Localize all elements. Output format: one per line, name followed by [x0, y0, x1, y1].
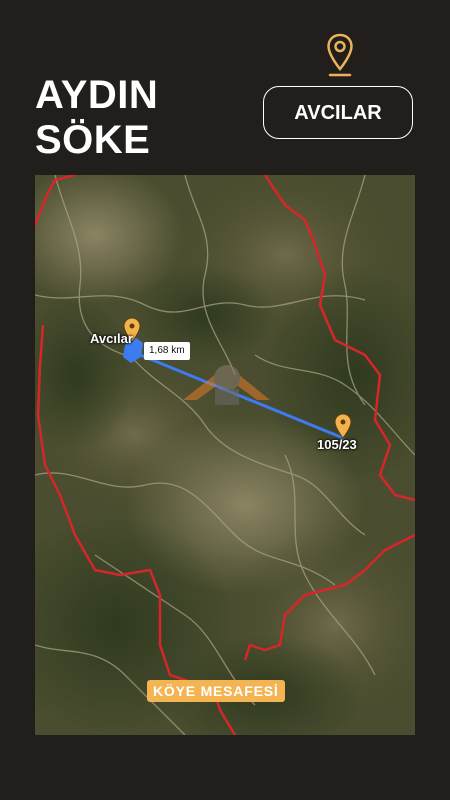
village-label: Avcılar — [90, 331, 133, 346]
distance-badge: 1,68 km — [144, 342, 190, 360]
satellite-map[interactable]: Avcılar 1,68 km 105/23 KÖYE MESAFESİ — [35, 175, 415, 735]
location-button[interactable]: AVCILAR — [263, 86, 413, 139]
distance-caption: KÖYE MESAFESİ — [147, 680, 285, 702]
location-pin-icon — [327, 33, 353, 77]
title-province: AYDIN — [35, 73, 159, 117]
map-imagery — [35, 175, 415, 735]
title-district: SÖKE — [35, 118, 151, 162]
parcel-label: 105/23 — [317, 437, 357, 452]
